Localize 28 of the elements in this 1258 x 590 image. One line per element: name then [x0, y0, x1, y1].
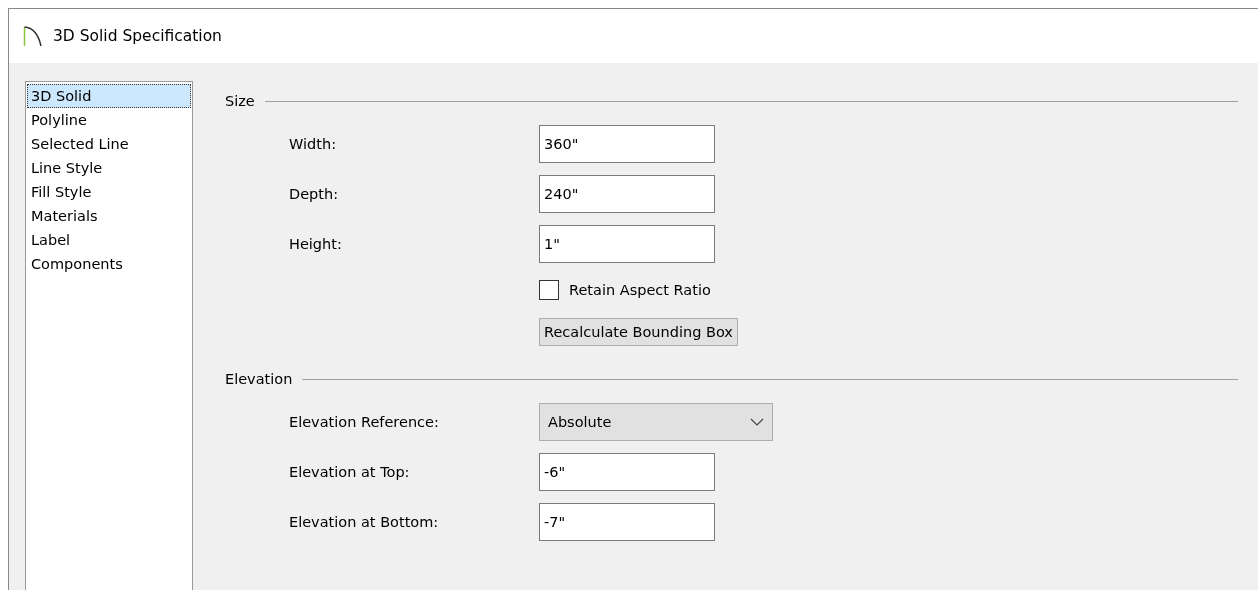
field-label: Elevation at Top:: [289, 464, 411, 480]
input-field[interactable]: 1": [539, 225, 715, 263]
sidebar-item[interactable]: Selected Line: [27, 132, 191, 156]
field-label: Elevation Reference:: [289, 414, 440, 430]
checkbox-label[interactable]: Retain Aspect Ratio: [569, 282, 711, 298]
input-field[interactable]: -7": [539, 503, 715, 541]
window-title: 3D Solid Specification: [53, 27, 222, 45]
field-label: Height:: [289, 236, 343, 252]
input-field[interactable]: 360": [539, 125, 715, 163]
sidebar-item[interactable]: Polyline: [27, 108, 191, 132]
sidebar-item[interactable]: Fill Style: [27, 180, 191, 204]
chevron-down-icon: [750, 418, 764, 426]
recalculate-button[interactable]: Recalculate Bounding Box: [539, 318, 738, 346]
sidebar-item[interactable]: Label: [27, 228, 191, 252]
field-label: Elevation at Bottom:: [289, 514, 440, 530]
dropdown[interactable]: Absolute: [539, 403, 773, 441]
section-heading: Size: [225, 93, 255, 109]
input-field[interactable]: -6": [539, 453, 715, 491]
input-field[interactable]: 240": [539, 175, 715, 213]
sidebar-item[interactable]: 3D Solid: [27, 84, 191, 108]
sidebar-item[interactable]: Materials: [27, 204, 191, 228]
field-label: Depth:: [289, 186, 340, 202]
sidebar-item[interactable]: Components: [27, 252, 191, 276]
checkbox[interactable]: [539, 280, 559, 300]
sidebar-item[interactable]: Line Style: [27, 156, 191, 180]
field-label: Width:: [289, 136, 337, 152]
arc-icon: [23, 25, 43, 47]
section-heading: Elevation: [225, 371, 293, 387]
